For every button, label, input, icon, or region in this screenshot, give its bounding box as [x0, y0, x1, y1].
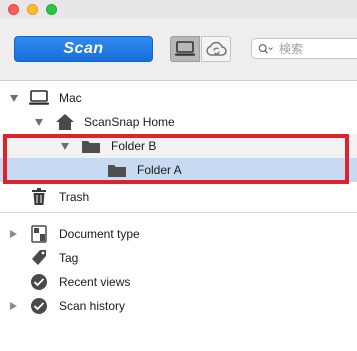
disclosure-down-icon[interactable]	[35, 119, 43, 126]
cloud-sync-icon	[206, 41, 227, 56]
local-mode-button[interactable]	[170, 36, 200, 62]
tag-icon	[31, 249, 47, 267]
tree-item-label: Mac	[59, 91, 82, 105]
title-bar	[0, 0, 357, 18]
filter-item-document-type[interactable]: Document type	[0, 222, 357, 246]
toolbar: Scan	[0, 18, 357, 81]
view-mode-switch	[170, 36, 234, 62]
scan-button[interactable]: Scan	[14, 36, 153, 62]
computer-icon	[29, 89, 49, 107]
zoom-window-button[interactable]	[46, 4, 57, 15]
disclosure-right-icon[interactable]	[10, 230, 17, 238]
recent-views-icon	[30, 273, 48, 291]
filter-item-label: Recent views	[59, 275, 131, 289]
filter-item-label: Document type	[59, 227, 140, 241]
scan-history-icon	[30, 297, 48, 315]
tree-item-label: Trash	[59, 190, 90, 204]
search-icon	[258, 43, 273, 54]
divider	[0, 212, 357, 213]
search-input[interactable]	[277, 40, 357, 57]
tree-item-label: ScanSnap Home	[84, 115, 175, 129]
tree-item-trash[interactable]: Trash	[0, 185, 357, 209]
document-type-icon	[31, 225, 47, 243]
filter-item-label: Tag	[59, 251, 79, 265]
minimize-window-button[interactable]	[27, 4, 38, 15]
tree-item-mac[interactable]: Mac	[0, 86, 357, 110]
filter-item-recent-views[interactable]: Recent views	[0, 270, 357, 294]
computer-icon	[175, 41, 195, 56]
search-field[interactable]	[251, 38, 357, 59]
filter-item-scan-history[interactable]: Scan history	[0, 294, 357, 318]
highlight-box	[3, 134, 349, 184]
cloud-mode-button[interactable]	[201, 36, 231, 62]
tree-item-scansnap-home[interactable]: ScanSnap Home	[0, 110, 357, 134]
close-window-button[interactable]	[8, 4, 19, 15]
disclosure-right-icon[interactable]	[10, 302, 17, 310]
home-icon	[55, 113, 75, 131]
disclosure-down-icon[interactable]	[10, 95, 18, 102]
filter-item-label: Scan history	[59, 299, 126, 313]
filter-item-tag[interactable]: Tag	[0, 246, 357, 270]
trash-icon	[31, 188, 47, 206]
